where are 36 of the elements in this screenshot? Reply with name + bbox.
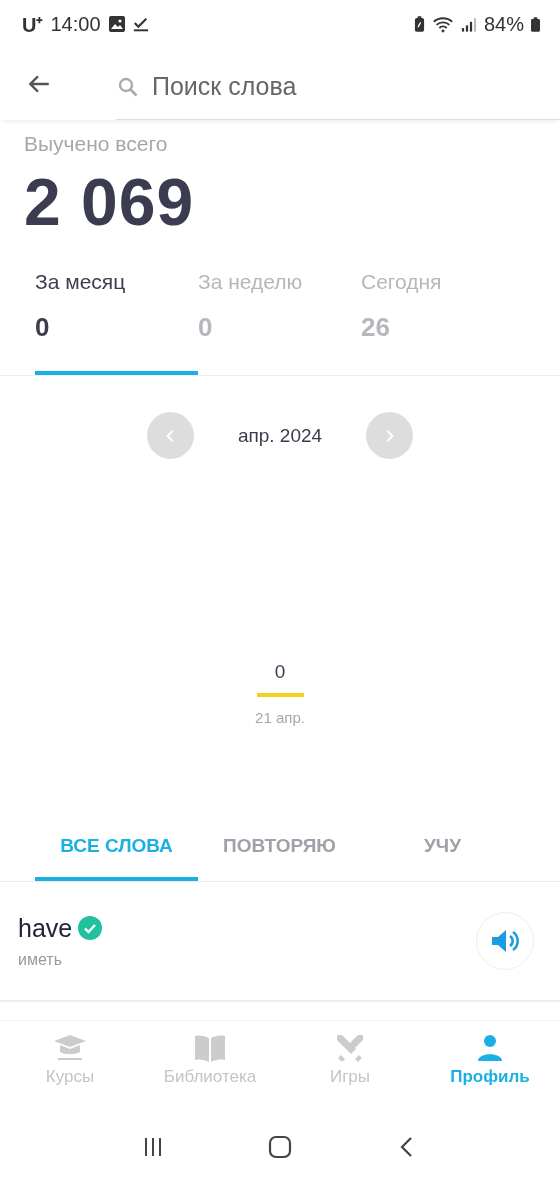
search-field[interactable]: Поиск слова [150,71,454,102]
speaker-icon [490,928,520,954]
nav-tab[interactable]: Библиотека [140,1033,280,1117]
nav-tab[interactable]: Игры [280,1033,420,1117]
chevron-left-icon [165,428,176,443]
check-icon [132,15,149,33]
nav-tab[interactable]: Курсы [0,1033,140,1117]
signal-icon [460,15,477,33]
total-count: 2 069 [24,164,196,240]
word-filter-tab[interactable]: ПОВТОРЯЮ [198,827,361,881]
day-bar [256,693,304,697]
word-row[interactable]: have иметь [0,882,560,1002]
word: have [18,913,73,943]
month-label: апр. 2024 [237,424,323,447]
graduation-cap-icon [52,1033,88,1063]
image-icon [107,15,126,33]
wifi-icon [431,15,454,33]
battery-percent: 84% [483,12,524,36]
total-label: Выучено всего [24,132,169,156]
chevron-right-icon [384,428,395,443]
translation: иметь [18,950,63,969]
book-icon [194,1033,226,1063]
bar-value: 0 [274,661,286,683]
home-icon[interactable] [268,1135,292,1159]
period-tab[interactable]: За месяц 0 [35,262,198,375]
period-tab[interactable]: За неделю 0 [198,262,361,375]
period-tab[interactable]: Сегодня 26 [361,262,524,375]
battery-icon [531,16,540,32]
nav-tab[interactable]: Профиль [420,1033,560,1117]
battery-saver-icon [413,15,425,33]
word-filter-tab[interactable]: УЧУ [361,827,524,881]
carrier-label: U⁺ [22,12,44,38]
word-filter-tab[interactable]: ВСЕ СЛОВА [35,827,198,881]
bar-date: 21 апр. [255,709,305,726]
clock: 14:00 [50,12,101,36]
person-icon [475,1033,505,1063]
